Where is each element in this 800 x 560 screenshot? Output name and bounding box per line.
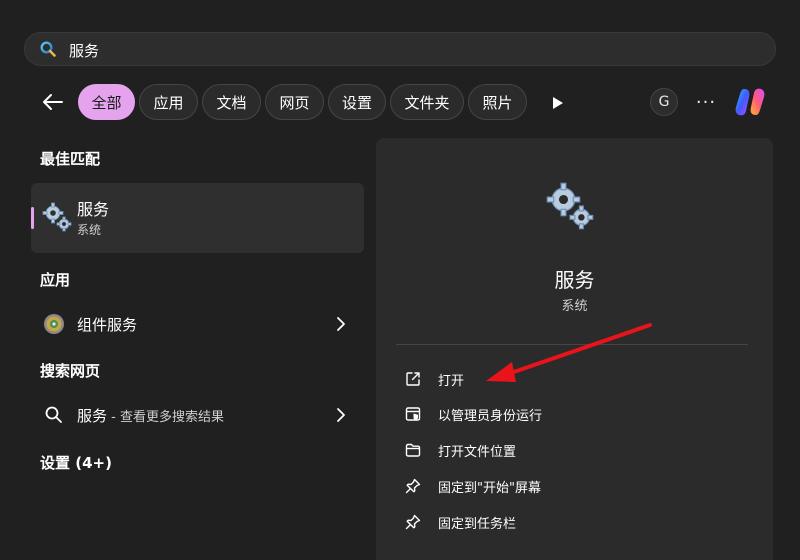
pin-to-start-label: 固定到"开始"屏幕 bbox=[438, 481, 541, 496]
copilot-icon[interactable] bbox=[732, 84, 768, 120]
pin-icon bbox=[405, 514, 421, 530]
filter-chip-apps[interactable]: 应用 bbox=[139, 84, 198, 120]
search-input[interactable]: 服务 bbox=[69, 40, 99, 61]
best-match-result[interactable]: 服务 系统 bbox=[31, 183, 364, 253]
arrow-left-icon bbox=[43, 94, 63, 110]
detail-title: 服务 bbox=[554, 268, 595, 292]
services-gears-icon bbox=[546, 182, 594, 230]
search-icon bbox=[45, 406, 62, 423]
pin-to-start-action[interactable]: 固定到"开始"屏幕 bbox=[392, 469, 752, 503]
apps-heading: 应用 bbox=[40, 271, 71, 289]
chevron-right-icon[interactable] bbox=[336, 407, 346, 423]
services-gears-icon bbox=[42, 202, 72, 232]
back-button[interactable] bbox=[38, 88, 68, 116]
best-match-heading: 最佳匹配 bbox=[40, 150, 101, 168]
pin-to-taskbar-action[interactable]: 固定到任务栏 bbox=[392, 505, 752, 539]
filter-chip-photos[interactable]: 照片 bbox=[468, 84, 527, 120]
open-action[interactable]: 打开 bbox=[392, 362, 752, 396]
filter-chip-documents[interactable]: 文档 bbox=[202, 84, 261, 120]
filter-chip-all[interactable]: 全部 bbox=[78, 84, 135, 120]
chevron-right-icon[interactable] bbox=[336, 316, 346, 332]
filter-chip-settings[interactable]: 设置 bbox=[328, 84, 386, 120]
web-search-hint: - 查看更多搜索结果 bbox=[107, 410, 224, 425]
open-external-icon bbox=[406, 372, 420, 386]
app-result-label: 组件服务 bbox=[77, 316, 138, 334]
folder-icon bbox=[405, 443, 421, 457]
detail-panel: 服务 系统 打开 以管理员身份运行 打开文件位置 固定到"开始"屏幕 固定到任务… bbox=[376, 138, 773, 560]
detail-subtitle: 系统 bbox=[561, 299, 588, 314]
best-match-title: 服务 bbox=[77, 200, 110, 219]
search-bar[interactable]: 服务 bbox=[24, 32, 776, 66]
account-button[interactable]: G bbox=[650, 88, 678, 116]
settings-heading[interactable]: 设置 (4+) bbox=[40, 452, 112, 473]
app-result-component-services[interactable]: 组件服务 bbox=[31, 304, 364, 344]
more-options-button[interactable]: ··· bbox=[692, 88, 720, 116]
run-as-admin-icon bbox=[405, 407, 421, 421]
run-as-admin-label: 以管理员身份运行 bbox=[438, 409, 543, 424]
web-search-result[interactable]: 服务 - 查看更多搜索结果 bbox=[31, 395, 364, 435]
search-icon bbox=[40, 41, 56, 57]
open-action-label: 打开 bbox=[438, 374, 465, 389]
web-search-query: 服务 bbox=[77, 407, 108, 425]
component-services-icon bbox=[44, 314, 64, 334]
open-file-location-action[interactable]: 打开文件位置 bbox=[392, 433, 752, 467]
divider bbox=[396, 344, 748, 345]
filter-chip-folders[interactable]: 文件夹 bbox=[390, 84, 464, 120]
pin-icon bbox=[405, 478, 421, 494]
pin-to-taskbar-label: 固定到任务栏 bbox=[438, 517, 517, 532]
more-filters-play-icon[interactable] bbox=[546, 92, 568, 114]
run-as-admin-action[interactable]: 以管理员身份运行 bbox=[392, 397, 752, 431]
web-search-heading: 搜索网页 bbox=[40, 362, 101, 380]
web-search-label: 服务 - 查看更多搜索结果 bbox=[77, 405, 224, 426]
open-file-location-label: 打开文件位置 bbox=[438, 445, 517, 460]
selection-indicator bbox=[31, 207, 34, 229]
best-match-subtitle: 系统 bbox=[77, 223, 102, 237]
filter-chip-web[interactable]: 网页 bbox=[265, 84, 324, 120]
